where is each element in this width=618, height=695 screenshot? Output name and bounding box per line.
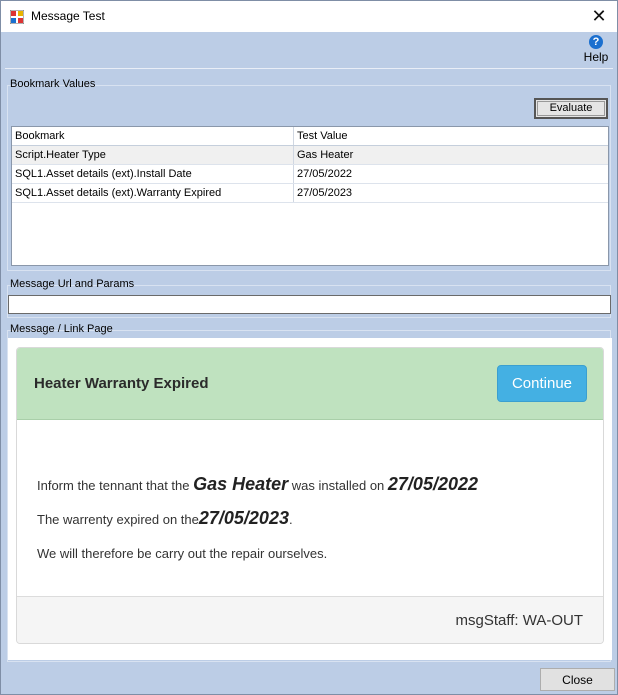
card-footer: msgStaff: WA-OUT (17, 596, 603, 643)
bookmark-values-label: Bookmark Values (10, 78, 96, 90)
bookmark-cell[interactable]: SQL1.Asset details (ext).Warranty Expire… (12, 184, 294, 202)
title-bar: Message Test ✕ (1, 1, 617, 32)
divider (5, 68, 613, 69)
heater-type-value: Gas Heater (193, 474, 289, 494)
close-button[interactable]: Close (540, 668, 615, 691)
test-value-cell[interactable]: 27/05/2022 (294, 165, 608, 183)
window-title: Message Test (31, 9, 105, 23)
close-icon[interactable]: ✕ (589, 5, 609, 27)
help-label: Help (583, 50, 609, 64)
continue-button[interactable]: Continue (497, 365, 587, 402)
column-header-bookmark[interactable]: Bookmark (12, 127, 294, 145)
message-page-preview: Heater Warranty Expired Continue Inform … (8, 338, 612, 660)
message-line-repair: We will therefore be carry out the repai… (37, 546, 328, 561)
message-test-window: Message Test ✕ ? Help Bookmark Values Ev… (0, 0, 618, 695)
message-url-input[interactable] (8, 295, 611, 314)
help-icon: ? (589, 35, 603, 49)
table-row[interactable]: Script.Heater Type Gas Heater (12, 146, 608, 165)
message-url-label: Message Url and Params (10, 278, 135, 290)
test-value-cell[interactable]: Gas Heater (294, 146, 608, 164)
column-header-test-value[interactable]: Test Value (294, 127, 608, 145)
message-link-page-label: Message / Link Page (10, 323, 113, 335)
evaluate-button[interactable]: Evaluate (534, 98, 608, 119)
help-button[interactable]: ? Help (581, 35, 611, 64)
bookmark-cell[interactable]: Script.Heater Type (12, 146, 294, 164)
table-row[interactable]: SQL1.Asset details (ext).Warranty Expire… (12, 184, 608, 203)
message-card: Heater Warranty Expired Continue Inform … (16, 347, 604, 644)
grid-header-row: Bookmark Test Value (12, 127, 608, 146)
message-line-expiry: The warrenty expired on the27/05/2023. (37, 508, 293, 528)
app-icon (10, 10, 24, 24)
card-title: Heater Warranty Expired (34, 375, 209, 392)
install-date-value: 27/05/2022 (387, 474, 478, 494)
bookmark-grid[interactable]: Bookmark Test Value Script.Heater Type G… (11, 126, 609, 266)
staff-message-code: msgStaff: WA-OUT (455, 612, 583, 629)
table-row[interactable]: SQL1.Asset details (ext).Install Date 27… (12, 165, 608, 184)
message-line-install: Inform the tennant that the Gas Heater w… (37, 474, 478, 494)
expiry-date-value: 27/05/2023 (198, 508, 289, 528)
card-header: Heater Warranty Expired Continue (17, 348, 603, 420)
card-body: Inform the tennant that the Gas Heater w… (17, 420, 603, 596)
test-value-cell[interactable]: 27/05/2023 (294, 184, 608, 202)
bookmark-cell[interactable]: SQL1.Asset details (ext).Install Date (12, 165, 294, 183)
